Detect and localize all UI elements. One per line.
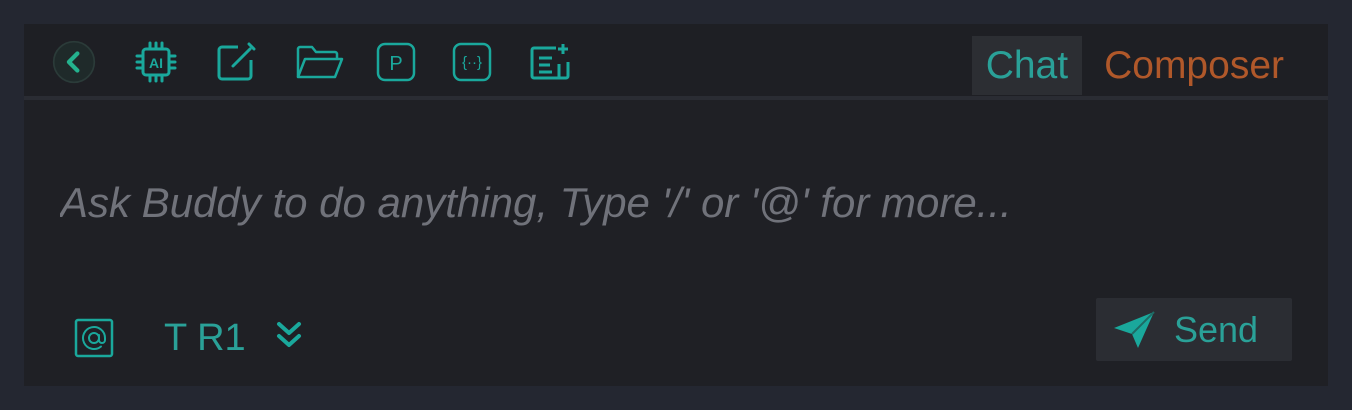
prompt-button[interactable]: P [374, 40, 418, 84]
model-dropdown-button[interactable] [276, 320, 302, 352]
input-area: T R1 Send [24, 100, 1328, 386]
double-chevron-down-icon [277, 322, 301, 347]
send-label: Send [1174, 308, 1259, 350]
paper-plane-icon [1114, 310, 1155, 348]
model-selector-label[interactable]: T R1 [164, 318, 246, 358]
svg-text:{··}: {··} [462, 54, 482, 71]
add-list-icon [530, 44, 570, 80]
p-box-icon: P [376, 42, 416, 82]
new-chat-button[interactable] [214, 40, 258, 84]
code-braces-icon: {··} [452, 42, 492, 82]
toolbar: AI P {··} Chat Composer [24, 24, 1328, 100]
edit-note-icon [217, 42, 256, 81]
add-context-button[interactable] [528, 40, 572, 84]
tab-chat[interactable]: Chat [971, 36, 1083, 95]
tab-composer[interactable]: Composer [1082, 36, 1284, 95]
code-button[interactable]: {··} [450, 40, 494, 84]
svg-text:AI: AI [149, 55, 163, 71]
back-button[interactable] [52, 40, 96, 84]
input-footer: T R1 Send [24, 298, 1328, 380]
at-sign-icon [74, 318, 114, 358]
open-folder-button[interactable] [294, 40, 346, 84]
svg-text:P: P [389, 53, 402, 75]
chat-panel: AI P {··} Chat Composer Ask Buddy to do … [24, 24, 1328, 386]
mode-tabs: Chat Composer [971, 36, 1284, 95]
mention-button[interactable] [72, 316, 116, 360]
prompt-input[interactable] [58, 178, 1262, 228]
back-chevron-icon [52, 40, 96, 84]
folder-open-icon [296, 45, 344, 79]
send-button[interactable]: Send [1096, 298, 1292, 361]
ai-chip-icon: AI [135, 41, 177, 83]
ai-button[interactable]: AI [134, 40, 178, 84]
